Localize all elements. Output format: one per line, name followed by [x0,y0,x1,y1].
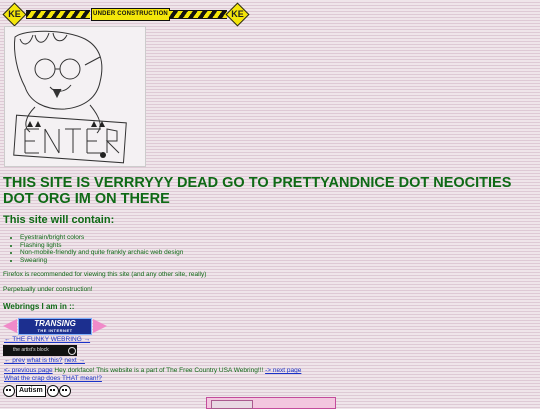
under-construction-banner: KE UNDER CONSTRUCTION KE [2,2,250,27]
arrow-right-icon[interactable] [93,319,107,333]
feature-item: Non-mobile-friendly and quite frankly ar… [20,249,183,257]
hazard-sign-icon: KE [2,2,27,27]
artists-prev-link[interactable]: ← prev [4,357,25,364]
pink-footer-box [206,397,336,409]
artists-next-link[interactable]: next → [64,357,85,364]
hazard-sign-symbol: KE [8,9,21,19]
funky-webring-link[interactable]: ← THE FUNKY WEBRING → [4,336,90,343]
hazard-sign-icon: KE [225,2,250,27]
transing-title: TRANSING [34,318,76,328]
autism-label: Autism [16,384,46,397]
artists-block-label: the artist's block [13,347,49,353]
usa-prev-link[interactable]: <- previous page [4,367,53,374]
feature-list: Eyestrain/bright colors Flashing lights … [10,234,183,264]
skull-icon [58,384,71,397]
autism-badge[interactable]: Autism [3,384,71,397]
skull-icon [3,384,15,397]
firefox-note: Firefox is recommended for viewing this … [3,271,207,278]
usa-webring: <- previous page Hey dorkface! This webs… [4,367,301,374]
hazard-stripe-right [169,10,227,19]
enter-sign-drawing[interactable] [4,26,146,167]
artists-block-badge[interactable]: the artist's block [3,345,77,356]
what-does-that-mean-link[interactable]: What the crap does THAT mean!? [4,375,102,382]
artists-what-link[interactable]: what is this? [27,357,63,364]
usa-next-link[interactable]: -> next page [265,367,301,374]
feature-item: Flashing lights [20,242,183,250]
usa-webring-text: Hey dorkface! This website is a part of … [54,367,264,374]
feature-item: Eyestrain/bright colors [20,234,183,242]
character-drawing-icon [13,30,127,164]
hazard-sign-symbol: KE [231,9,244,19]
hazard-stripe-left [26,10,90,19]
site-contents-heading: This site will contain: [3,214,115,226]
arrow-left-icon[interactable] [3,319,17,333]
feature-item: Swearing [20,257,183,265]
transing-webring[interactable]: TRANSING THE INTERNET [3,317,107,335]
skull-icon [46,384,59,397]
transing-subtitle: THE INTERNET [37,327,73,333]
under-construction-label: UNDER CONSTRUCTION [91,8,170,21]
construction-note: Perpetually under construction! [3,286,93,293]
circle-icon [68,347,76,355]
webrings-heading: Webrings I am in :: [3,302,75,311]
artists-block-nav: ← prev what is this? next → [4,357,85,364]
page-title: THIS SITE IS VERRRYYY DEAD GO TO PRETTYA… [3,175,512,207]
transing-the-internet-badge[interactable]: TRANSING THE INTERNET [18,317,92,335]
